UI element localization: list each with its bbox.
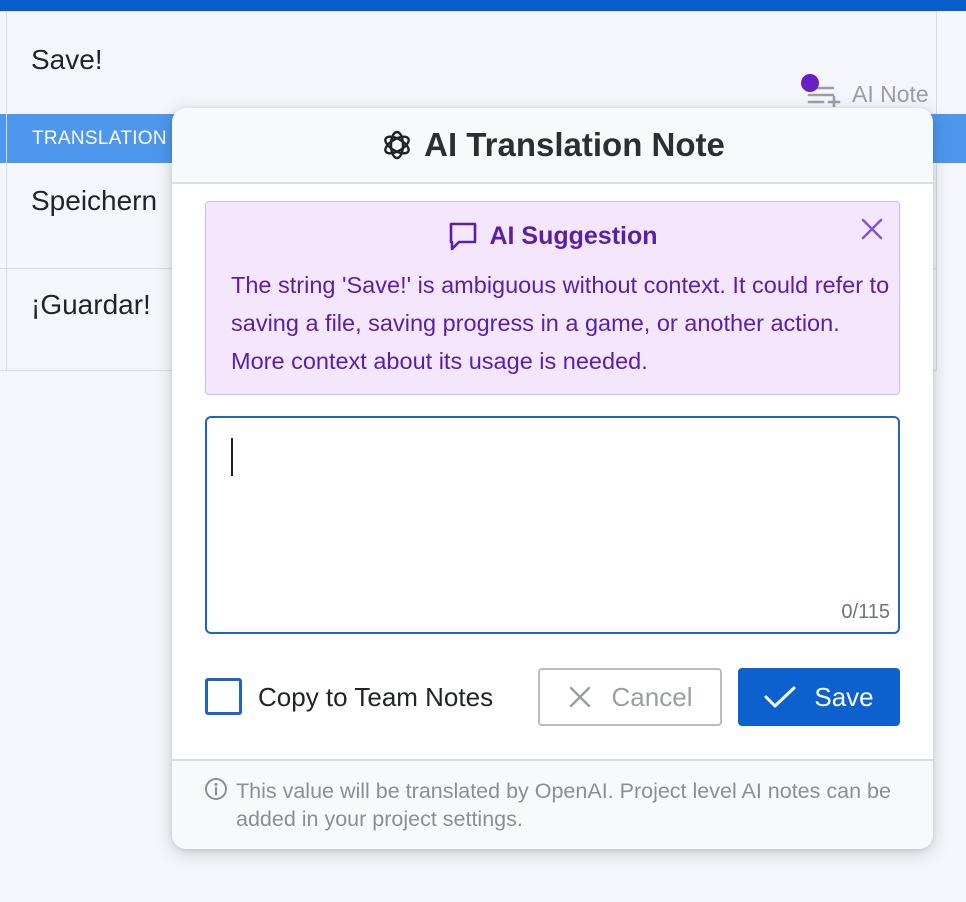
dialog-title: AI Translation Note [424,126,725,163]
save-label: Save [814,681,874,712]
ai-suggestion-title: AI Suggestion [489,221,658,250]
checkmark-icon [764,686,796,708]
ai-suggestion-panel: AI Suggestion The string 'Save!' is ambi… [205,201,900,395]
column-divider [936,163,937,371]
source-text: Save! [31,44,103,75]
cancel-label: Cancel [611,681,693,712]
copy-to-team-notes-checkbox[interactable] [205,678,242,715]
translation-text: Speichern [31,185,158,216]
dialog-footer: This value will be translated by OpenAI.… [172,759,933,849]
ai-note-button[interactable]: AI Note [800,74,929,110]
note-indicator-dot [801,74,819,92]
dialog-header: AI Translation Note [172,108,933,184]
note-input[interactable] [207,418,898,632]
note-input-wrapper: 0/115 [205,416,900,634]
ai-note-label: AI Note [852,80,929,107]
column-divider [936,11,937,114]
column-divider [6,11,7,371]
ai-suggestion-heading: AI Suggestion [206,220,899,252]
chat-bubble-icon [450,222,477,251]
source-row: Save! [0,11,936,114]
top-accent-bar [0,0,966,11]
x-icon [569,686,590,708]
dialog-actions: Copy to Team Notes Cancel Save [205,668,900,726]
character-counter: 0/115 [841,601,890,623]
translation-header-label: TRANSLATION [32,128,167,149]
openai-logo-icon [384,130,410,160]
copy-to-team-notes-label[interactable]: Copy to Team Notes [258,682,493,713]
info-icon [205,778,227,800]
translation-text: ¡Guardar! [31,289,151,320]
close-icon[interactable] [859,216,885,242]
text-cursor [231,438,233,476]
cancel-button[interactable]: Cancel [538,668,722,726]
ai-suggestion-message: The string 'Save!' is ambiguous without … [231,272,890,374]
dialog-body: AI Suggestion The string 'Save!' is ambi… [172,184,933,759]
save-button[interactable]: Save [738,668,900,726]
openai-info-text: This value will be translated by OpenAI.… [236,779,891,831]
ai-translation-note-dialog: AI Translation Note AI Suggestion The st… [172,108,933,849]
